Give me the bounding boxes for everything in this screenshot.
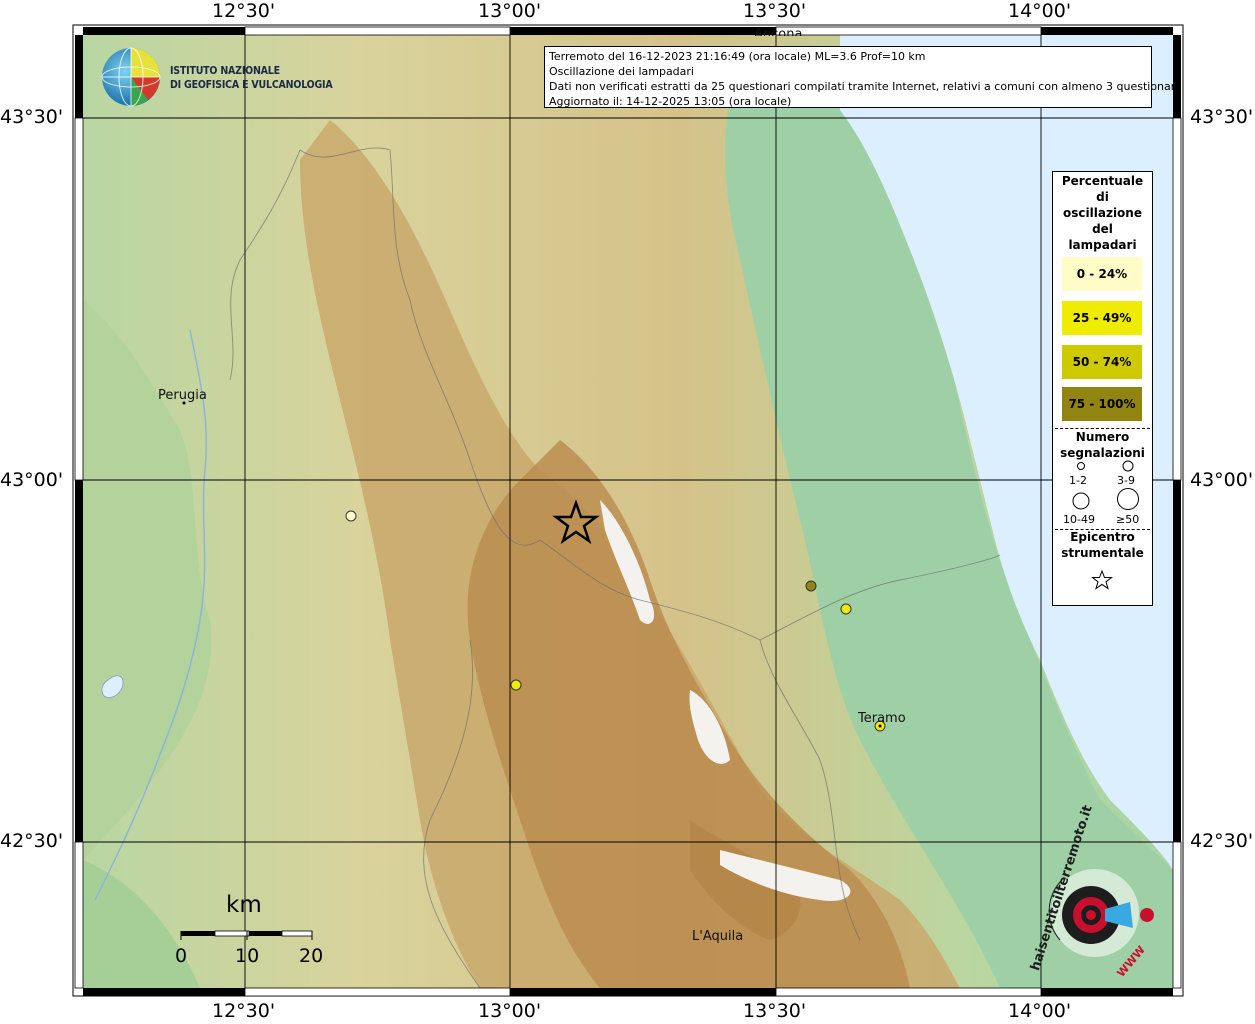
map-subject: Oscillazione dei lampadari [549,65,694,78]
lon-label-top-4: 14°00' [1008,0,1072,22]
obs-point-east-north[interactable] [805,580,817,592]
city-label-perugia: Perugia [158,388,207,403]
legend-class-25-49: 25 - 49% [1062,301,1142,335]
event-headline: Terremoto del 16-12-2023 21:16:49 (ora l… [549,50,926,63]
lat-label-left-2: 43°00' [0,469,64,491]
legend-count-50: ≥50 [1116,513,1140,526]
lat-label-right-1: 43°30' [1190,106,1254,128]
institute-name-line1: ISTITUTO NAZIONALE [170,65,280,77]
obs-point-west[interactable] [345,510,357,522]
legend-count-symbols [1072,460,1139,510]
lon-label-top-2: 13°00' [478,0,542,22]
legend-class-50-74: 50 - 74% [1062,345,1142,379]
legend-title: Percentuale di oscillazione del lampadar… [1061,174,1144,252]
scale-tick-0: 0 [175,945,188,967]
lon-label-top-3: 13°30' [743,0,807,22]
city-label-teramo: Teramo [858,711,906,726]
lat-label-left-3: 42°30' [0,830,64,852]
legend-count-title: Numero segnalazioni [1060,430,1145,460]
obs-point-center[interactable] [510,679,522,691]
legend-count-1-2: 1-2 [1069,474,1087,487]
event-info-box: Terremoto del 16-12-2023 21:16:49 (ora l… [544,46,1182,108]
legend-epicenter-title: Epicentro strumentale [1061,530,1144,560]
lon-label-bottom-4: 14°00' [1008,1000,1072,1022]
legend-star-icon [1091,569,1113,590]
legend-class-75-100: 75 - 100% [1062,387,1142,421]
lat-label-right-2: 43°00' [1190,469,1254,491]
scale-unit: km [226,892,262,918]
update-timestamp: Aggiornato il: 14-12-2025 13:05 (ora loc… [549,95,792,108]
lon-label-bottom-1: 12°30' [212,1000,276,1022]
lon-label-top-1: 12°30' [212,0,276,22]
legend-count-10-49: 10-49 [1063,513,1095,526]
lon-label-bottom-2: 13°00' [478,1000,542,1022]
lat-label-right-3: 42°30' [1190,830,1254,852]
institute-name-line2: DI GEOFISICA E VULCANOLOGIA [170,79,333,91]
data-disclaimer: Dati non verificati estratti da 25 quest… [549,80,1182,93]
map-legend: Percentuale di oscillazione del lampadar… [1052,171,1153,606]
lon-label-bottom-3: 13°30' [743,1000,807,1022]
scale-tick-10: 10 [235,945,260,967]
legend-count-3-9: 3-9 [1117,474,1135,487]
scale-tick-20: 20 [299,945,324,967]
city-label-laquila: L'Aquila [692,929,744,944]
ingv-logo-icon [101,47,161,107]
legend-class-0-24: 0 - 24% [1062,257,1142,291]
obs-point-east[interactable] [840,603,852,615]
lat-label-left-1: 43°30' [0,106,64,128]
